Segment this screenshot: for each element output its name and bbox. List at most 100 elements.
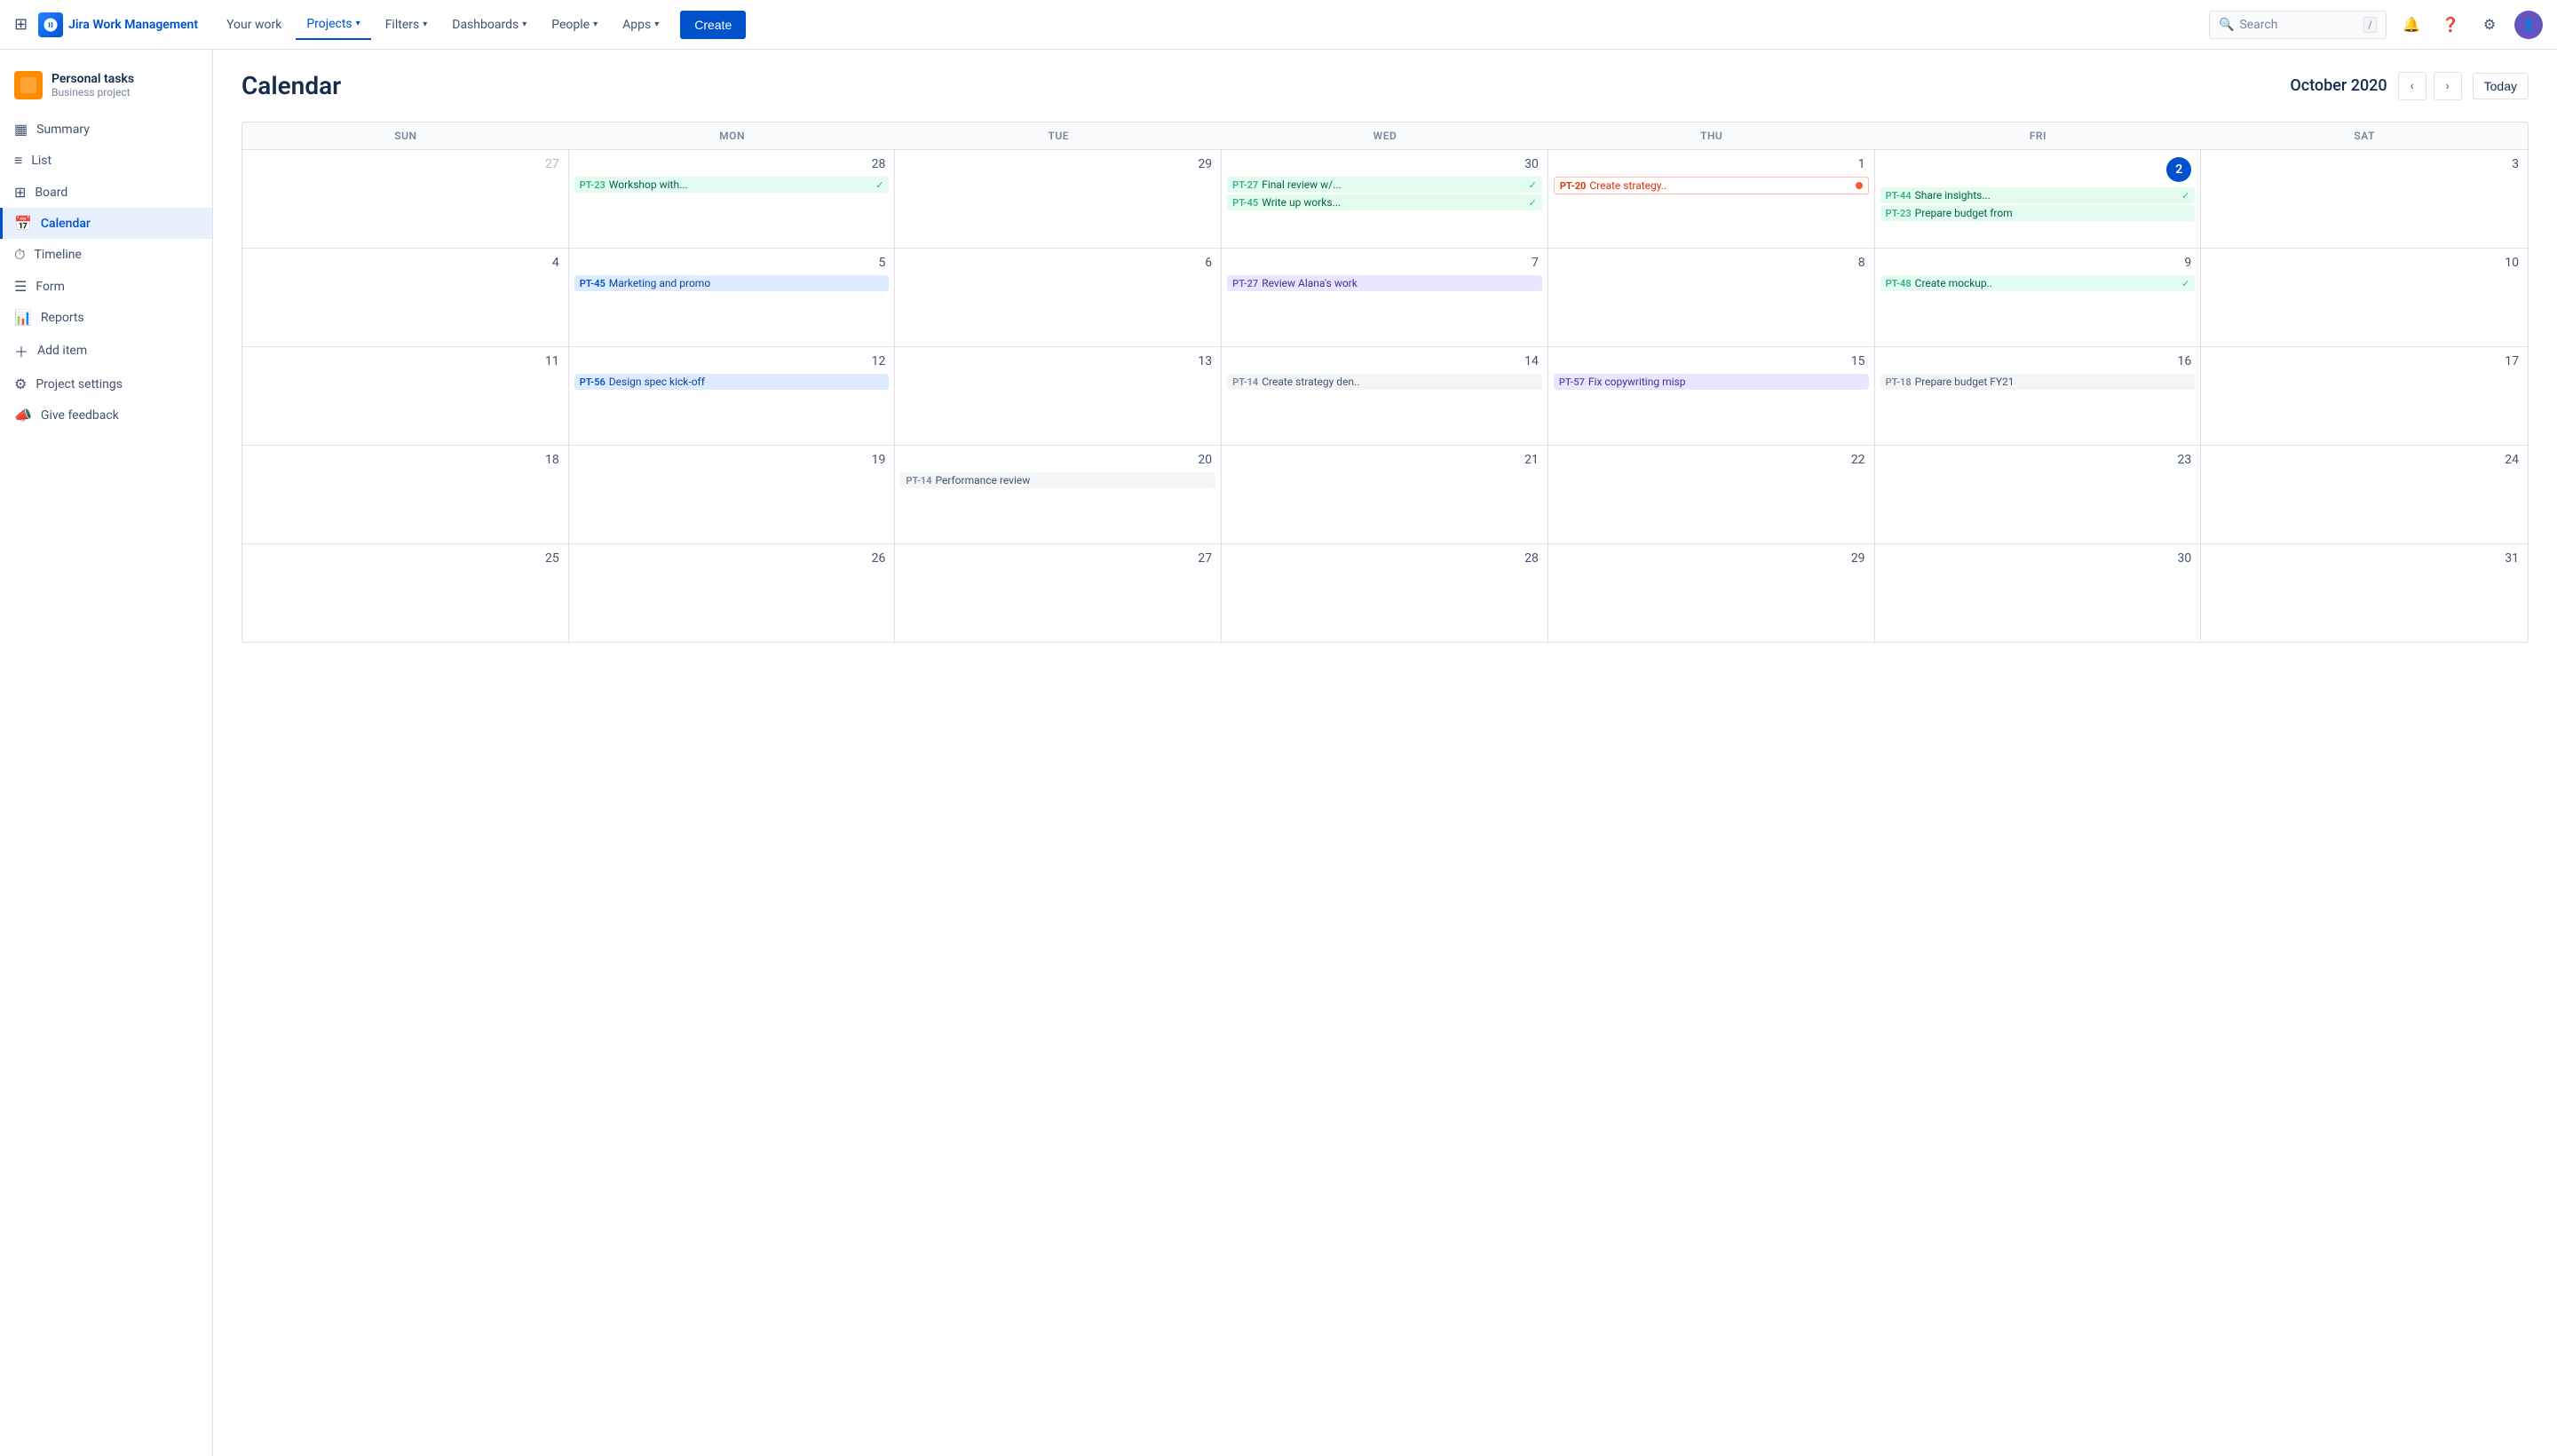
cal-cell-10[interactable]: 10 <box>2201 249 2528 346</box>
event-pt57-15[interactable]: PT-57 Fix copywriting misp <box>1554 374 1869 390</box>
cal-cell-2[interactable]: 2 PT-44 Share insights... ✓ PT-23 Prepar… <box>1875 150 2202 248</box>
cal-cell-19[interactable]: 19 <box>569 446 896 543</box>
date-13: 13 <box>900 352 1215 370</box>
calendar-title: Calendar <box>241 71 2290 100</box>
date-20: 20 <box>900 451 1215 469</box>
cal-cell-29-oct[interactable]: 29 <box>1548 544 1875 642</box>
cal-cell-12[interactable]: 12 PT-56 Design spec kick-off <box>569 347 896 445</box>
check-icon: ✓ <box>1529 179 1537 191</box>
nav-apps[interactable]: Apps ▾ <box>612 11 669 39</box>
today-button[interactable]: Today <box>2473 73 2529 99</box>
date-3: 3 <box>2206 155 2522 173</box>
date-30: 30 <box>1227 155 1542 173</box>
nav-people[interactable]: People ▾ <box>541 11 608 39</box>
date-2: 2 <box>1880 155 2196 184</box>
cal-cell-7[interactable]: 7 PT-27 Review Alana's work <box>1222 249 1548 346</box>
cal-cell-4[interactable]: 4 <box>242 249 569 346</box>
apps-chevron: ▾ <box>654 20 659 29</box>
settings-button[interactable]: ⚙ <box>2475 11 2504 39</box>
app-name: Jira Work Management <box>68 18 198 32</box>
events-12: PT-56 Design spec kick-off <box>574 374 890 390</box>
project-header[interactable]: Personal tasks Business project <box>0 64 212 107</box>
cal-cell-24[interactable]: 24 <box>2201 446 2528 543</box>
cal-cell-30-oct[interactable]: 30 <box>1875 544 2202 642</box>
sidebar-item-give-feedback[interactable]: 📣 Give feedback <box>0 400 212 431</box>
nav-filters[interactable]: Filters ▾ <box>375 11 439 39</box>
event-pt45-30[interactable]: PT-45 Write up works... ✓ <box>1227 194 1542 210</box>
check-icon: ✓ <box>1529 197 1537 209</box>
event-pt56-12[interactable]: PT-56 Design spec kick-off <box>574 374 890 390</box>
cal-cell-15[interactable]: 15 PT-57 Fix copywriting misp <box>1548 347 1875 445</box>
next-month-button[interactable]: › <box>2434 72 2462 100</box>
sidebar-item-add-item[interactable]: ＋ Add item <box>0 333 212 368</box>
sidebar-item-list[interactable]: ≡ List <box>0 145 212 177</box>
cal-cell-26[interactable]: 26 <box>569 544 896 642</box>
cal-cell-5[interactable]: 5 PT-45 Marketing and promo <box>569 249 896 346</box>
cal-cell-28[interactable]: 28 PT-23 Workshop with... ✓ <box>569 150 896 248</box>
feedback-icon: 📣 <box>14 407 32 423</box>
sidebar-item-project-settings[interactable]: ⚙ Project settings <box>0 368 212 400</box>
event-pt27-7[interactable]: PT-27 Review Alana's work <box>1227 275 1542 291</box>
date-1: 1 <box>1554 155 1869 173</box>
cal-cell-21[interactable]: 21 <box>1222 446 1548 543</box>
search-shortcut: / <box>2363 17 2377 33</box>
event-pt18-16[interactable]: PT-18 Prepare budget FY21 <box>1880 374 2196 390</box>
help-button[interactable]: ❓ <box>2436 11 2465 39</box>
cal-cell-17[interactable]: 17 <box>2201 347 2528 445</box>
event-pt27-30[interactable]: PT-27 Final review w/... ✓ <box>1227 177 1542 193</box>
sidebar-item-board[interactable]: ⊞ Board <box>0 177 212 208</box>
project-info: Personal tasks Business project <box>51 72 134 99</box>
event-pt44-2[interactable]: PT-44 Share insights... ✓ <box>1880 187 2196 203</box>
cal-cell-20[interactable]: 20 PT-14 Performance review <box>895 446 1222 543</box>
date-4: 4 <box>248 254 563 272</box>
cal-cell-27-oct[interactable]: 27 <box>895 544 1222 642</box>
sidebar-item-reports[interactable]: 📊 Reports <box>0 302 212 333</box>
event-pt14-14[interactable]: PT-14 Create strategy den.. <box>1227 374 1542 390</box>
cal-cell-13[interactable]: 13 <box>895 347 1222 445</box>
create-button[interactable]: Create <box>680 11 746 39</box>
cal-cell-28-oct[interactable]: 28 <box>1222 544 1548 642</box>
cal-cell-31[interactable]: 31 <box>2201 544 2528 642</box>
cal-cell-23[interactable]: 23 <box>1875 446 2202 543</box>
cal-cell-8[interactable]: 8 <box>1548 249 1875 346</box>
nav-dashboards[interactable]: Dashboards ▾ <box>441 11 537 39</box>
cal-cell-29[interactable]: 29 <box>895 150 1222 248</box>
cal-cell-14[interactable]: 14 PT-14 Create strategy den.. <box>1222 347 1548 445</box>
sidebar-item-summary[interactable]: ▦ Summary <box>0 114 212 145</box>
cal-cell-1[interactable]: 1 PT-20 Create strategy.. <box>1548 150 1875 248</box>
summary-icon: ▦ <box>14 121 28 138</box>
cal-cell-22[interactable]: 22 <box>1548 446 1875 543</box>
nav-projects[interactable]: Projects ▾ <box>296 10 370 40</box>
day-header-thu: THU <box>1548 123 1875 149</box>
cal-cell-9[interactable]: 9 PT-48 Create mockup.. ✓ <box>1875 249 2202 346</box>
cal-cell-6[interactable]: 6 <box>895 249 1222 346</box>
event-pt14-20[interactable]: PT-14 Performance review <box>900 472 1215 488</box>
cal-cell-18[interactable]: 18 <box>242 446 569 543</box>
cal-cell-16[interactable]: 16 PT-18 Prepare budget FY21 <box>1875 347 2202 445</box>
cal-cell-11[interactable]: 11 <box>242 347 569 445</box>
search-box[interactable]: 🔍 Search / <box>2209 11 2387 39</box>
calendar-header: Calendar October 2020 ‹ › Today <box>241 71 2529 100</box>
event-pt45-5[interactable]: PT-45 Marketing and promo <box>574 275 890 291</box>
prev-month-button[interactable]: ‹ <box>2398 72 2426 100</box>
grid-icon[interactable]: ⊞ <box>14 15 28 34</box>
cal-cell-25[interactable]: 25 <box>242 544 569 642</box>
events-1: PT-20 Create strategy.. <box>1554 177 1869 194</box>
date-5: 5 <box>574 254 890 272</box>
event-pt20-1[interactable]: PT-20 Create strategy.. <box>1554 177 1869 194</box>
filters-chevron: ▾ <box>423 20 427 29</box>
sidebar-item-form[interactable]: ☰ Form <box>0 271 212 302</box>
notifications-button[interactable]: 🔔 <box>2397 11 2426 39</box>
cal-cell-3[interactable]: 3 <box>2201 150 2528 248</box>
calendar-navigation: October 2020 ‹ › Today <box>2290 72 2529 100</box>
event-pt48-9[interactable]: PT-48 Create mockup.. ✓ <box>1880 275 2196 291</box>
event-pt23-2[interactable]: PT-23 Prepare budget from <box>1880 205 2196 221</box>
sidebar-item-calendar[interactable]: 📅 Calendar <box>0 208 212 239</box>
user-avatar[interactable]: 👤 <box>2514 11 2543 39</box>
cal-cell-30[interactable]: 30 PT-27 Final review w/... ✓ PT-45 Writ… <box>1222 150 1548 248</box>
app-logo[interactable]: Jira Work Management <box>38 12 198 37</box>
nav-your-work[interactable]: Your work <box>216 11 292 39</box>
sidebar-item-timeline[interactable]: ⏱ Timeline <box>0 239 212 271</box>
cal-cell-27-sep[interactable]: 27 <box>242 150 569 248</box>
event-pt23-28[interactable]: PT-23 Workshop with... ✓ <box>574 177 890 193</box>
